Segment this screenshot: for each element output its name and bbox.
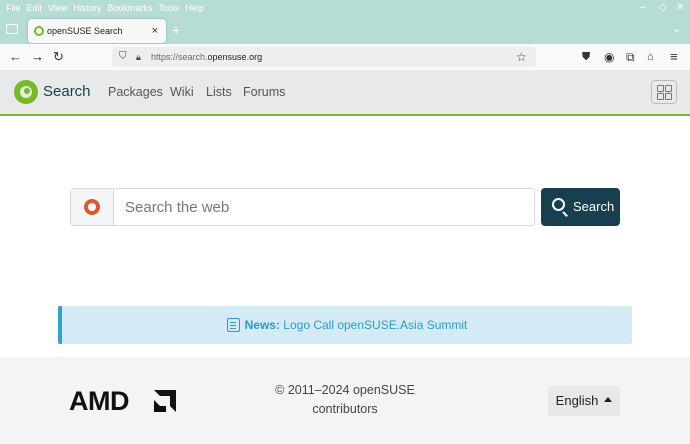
tab-overview-icon[interactable]	[6, 24, 18, 34]
tab-opensuse-search[interactable]: openSUSE Search ×	[28, 19, 166, 43]
search-icon	[552, 198, 565, 211]
star-icon[interactable]: ☆	[516, 47, 527, 67]
amd-arrow-logo-icon	[154, 390, 176, 412]
shield-icon[interactable]: ⛉	[119, 47, 127, 67]
menu-bookmarks[interactable]: Bookmarks	[107, 0, 152, 16]
menu-view[interactable]: View	[48, 0, 67, 16]
news-content: News: Logo Call openSUSE.Asia Summit	[62, 306, 632, 344]
lock-icon[interactable]: 🔒︎	[136, 47, 141, 67]
search-button[interactable]: Search	[541, 188, 620, 226]
language-selector[interactable]: English	[548, 386, 620, 416]
copyright: © 2011–2024 openSUSE contributors	[260, 381, 430, 419]
search-button-label: Search	[573, 199, 615, 214]
search-box	[70, 188, 535, 226]
newspaper-icon	[226, 317, 240, 332]
amd-logo-text[interactable]: AMD	[69, 386, 130, 417]
apps-grid-button[interactable]	[651, 80, 677, 104]
caret-up-icon	[604, 397, 613, 403]
search-input[interactable]	[114, 189, 532, 225]
navigation-bar: ← → ↻ ⛉ 🔒︎ https://search.opensuse.org ☆…	[0, 44, 690, 71]
menu-help[interactable]: Help	[185, 0, 204, 16]
news-label: News:	[244, 318, 280, 332]
news-banner: News: Logo Call openSUSE.Asia Summit	[58, 306, 632, 344]
extensions-icon[interactable]: ⧉	[626, 44, 635, 70]
nav-lists[interactable]: Lists	[206, 70, 232, 114]
language-label: English	[555, 393, 599, 408]
grid-icon	[657, 85, 664, 92]
hamburger-menu-icon[interactable]: ≡	[670, 44, 678, 70]
pocket-icon[interactable]: ⛊	[582, 44, 590, 70]
site-brand[interactable]: Search	[43, 70, 91, 114]
opensuse-logo-icon[interactable]	[14, 80, 38, 104]
menu-history[interactable]: History	[73, 0, 101, 16]
new-tab-icon[interactable]: +	[172, 22, 180, 38]
menu-edit[interactable]: Edit	[27, 0, 43, 16]
opensuse-favicon-icon	[34, 26, 44, 36]
tab-close-icon[interactable]: ×	[152, 19, 158, 43]
duckduckgo-icon	[84, 199, 100, 215]
forward-arrow-icon[interactable]: →	[31, 44, 44, 70]
nav-wiki[interactable]: Wiki	[170, 70, 194, 114]
hat-icon[interactable]: ⌂	[647, 44, 654, 70]
minimize-icon[interactable]: –	[640, 0, 646, 16]
maximize-icon[interactable]: ◇	[659, 0, 667, 16]
account-icon[interactable]: ◉	[604, 44, 614, 70]
menu-tools[interactable]: Tools	[158, 0, 179, 16]
browser-titlebar: File Edit View History Bookmarks Tools H…	[0, 0, 690, 44]
reload-icon[interactable]: ↻	[53, 44, 64, 70]
url-text[interactable]: https://search.opensuse.org	[151, 47, 262, 67]
menu-file[interactable]: File	[6, 0, 21, 16]
close-window-icon[interactable]: ✕	[676, 0, 684, 16]
copyright-line-2[interactable]: contributors	[260, 400, 430, 419]
address-bar[interactable]: ⛉ 🔒︎ https://search.opensuse.org ☆	[112, 47, 536, 67]
news-link[interactable]: Logo Call openSUSE.Asia Summit	[283, 318, 467, 332]
search-engine-selector[interactable]	[71, 189, 114, 225]
nav-forums[interactable]: Forums	[243, 70, 285, 114]
tab-title: openSUSE Search	[47, 26, 123, 36]
list-tabs-icon[interactable]: ⌄	[672, 22, 681, 35]
site-header: Search Packages Wiki Lists Forums	[0, 70, 690, 116]
back-arrow-icon[interactable]: ←	[9, 44, 22, 70]
nav-packages[interactable]: Packages	[108, 70, 163, 114]
copyright-line-1: © 2011–2024 openSUSE	[275, 383, 415, 397]
menu-bar: File Edit View History Bookmarks Tools H…	[0, 0, 204, 16]
